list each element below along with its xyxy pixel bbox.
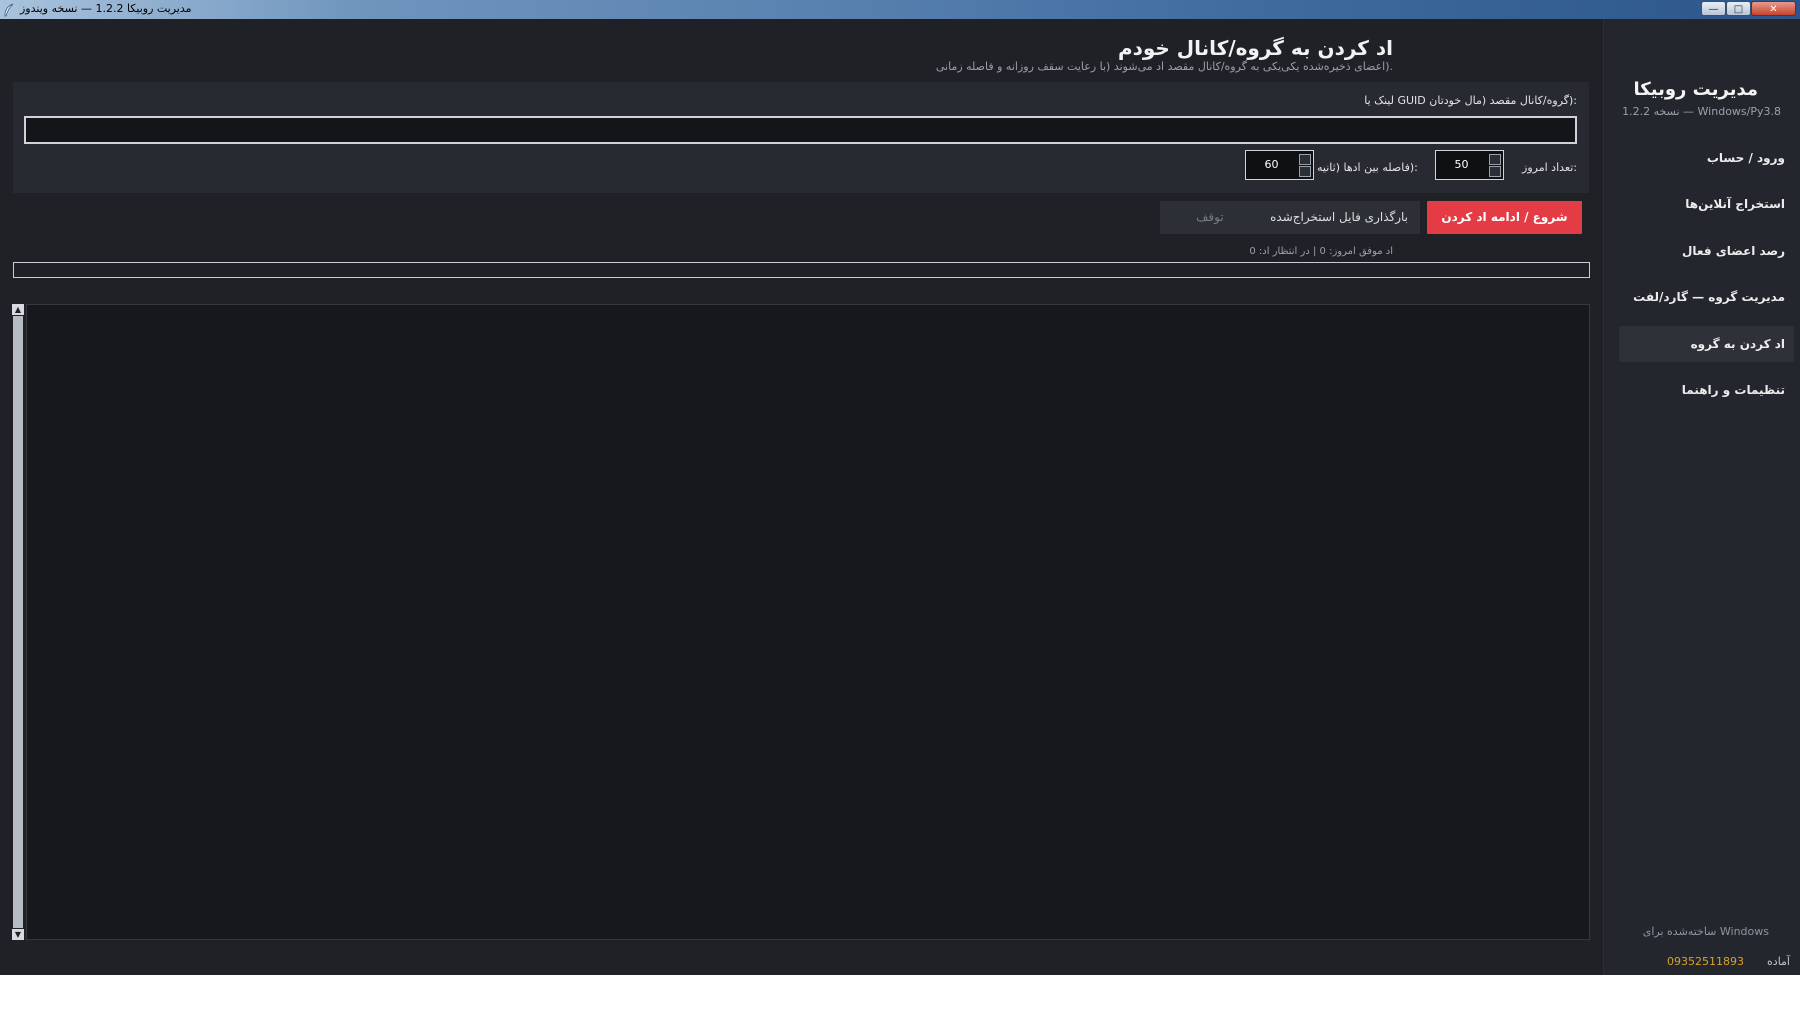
scroll-thumb[interactable] (13, 316, 23, 928)
built-for-text: Windows ساخته‌شده برای (1642, 925, 1769, 938)
target-link-label: :(گروه/کانال مقصد (مال خودتان GUID لینک … (1364, 94, 1577, 107)
version-text: Windows/Py3.8 — نسخه 1.2.2 (1622, 105, 1781, 118)
footer-phone: 09352511893 (1667, 955, 1744, 968)
scroll-down-arrow[interactable]: ▼ (12, 929, 24, 940)
today-count-down-arrow[interactable] (1489, 166, 1501, 177)
status-line: اد موفق امروز: 0 | در انتظار اد: 0 (1249, 246, 1393, 257)
sidebar: مدیریت روبیکا Windows/Py3.8 — نسخه 1.2.2… (1603, 19, 1800, 975)
interval-up-arrow[interactable] (1299, 154, 1311, 165)
main-panel: اد کردن به گروه/کانال خودم .(اعضای ذخیره… (0, 19, 1603, 975)
target-settings-card: :(گروه/کانال مقصد (مال خودتان GUID لینک … (13, 82, 1589, 193)
today-count-spinbox[interactable]: 50 (1435, 150, 1504, 180)
start-adding-button[interactable]: شروع / ادامه اد کردن (1427, 201, 1582, 234)
app-feather-icon (3, 2, 15, 17)
close-button[interactable]: ✕ (1751, 1, 1796, 16)
scroll-up-arrow[interactable]: ▲ (12, 304, 24, 315)
interval-label: :(فاصله بین ادها (ثانیه (1317, 161, 1418, 174)
load-file-button[interactable]: بارگذاری فایل استخراج‌شده (1270, 201, 1408, 234)
target-link-input[interactable] (24, 116, 1577, 144)
app-window: اد کردن به گروه/کانال خودم .(اعضای ذخیره… (0, 19, 1800, 975)
sidebar-item-group-guard[interactable]: مدیریت گروه — گارد/لفت (1619, 279, 1794, 315)
stop-button[interactable]: توقف (1196, 201, 1224, 234)
app-name: مدیریت روبیکا (1633, 79, 1758, 100)
sidebar-item-login[interactable]: ورود / حساب (1619, 140, 1794, 176)
sidebar-item-add-to-group[interactable]: اد کردن به گروه (1619, 326, 1794, 362)
sidebar-item-active-members[interactable]: رصد اعضای فعال (1619, 233, 1794, 269)
progress-bar (13, 262, 1590, 278)
window-title: مدیریت روبیکا 1.2.2 — نسخه ویندوز (20, 2, 192, 15)
today-count-up-arrow[interactable] (1489, 154, 1501, 165)
footer-status: آماده (1767, 955, 1790, 968)
log-scrollbar[interactable]: ▲ ▼ (12, 304, 24, 940)
today-count-value: 50 (1454, 158, 1469, 171)
load-file-button-group: بارگذاری فایل استخراج‌شده توقف (1160, 201, 1420, 234)
minimize-button[interactable]: — (1701, 1, 1726, 16)
sidebar-item-settings[interactable]: تنظیمات و راهنما (1619, 372, 1794, 408)
sidebar-item-extract-online[interactable]: استخراج آنلاین‌ها (1619, 186, 1794, 222)
log-textarea[interactable] (26, 304, 1590, 940)
interval-down-arrow[interactable] (1299, 166, 1311, 177)
page-subtitle: .(اعضای ذخیره‌شده یکی‌یکی به گروه/کانال … (935, 60, 1393, 73)
today-count-label: :تعداد امروز (1522, 161, 1577, 174)
page-title: اد کردن به گروه/کانال خودم (1117, 36, 1393, 60)
interval-value: 60 (1264, 158, 1279, 171)
window-titlebar[interactable]: مدیریت روبیکا 1.2.2 — نسخه ویندوز — □ ✕ (0, 0, 1800, 20)
maximize-button[interactable]: □ (1726, 1, 1751, 16)
interval-spinbox[interactable]: 60 (1245, 150, 1314, 180)
